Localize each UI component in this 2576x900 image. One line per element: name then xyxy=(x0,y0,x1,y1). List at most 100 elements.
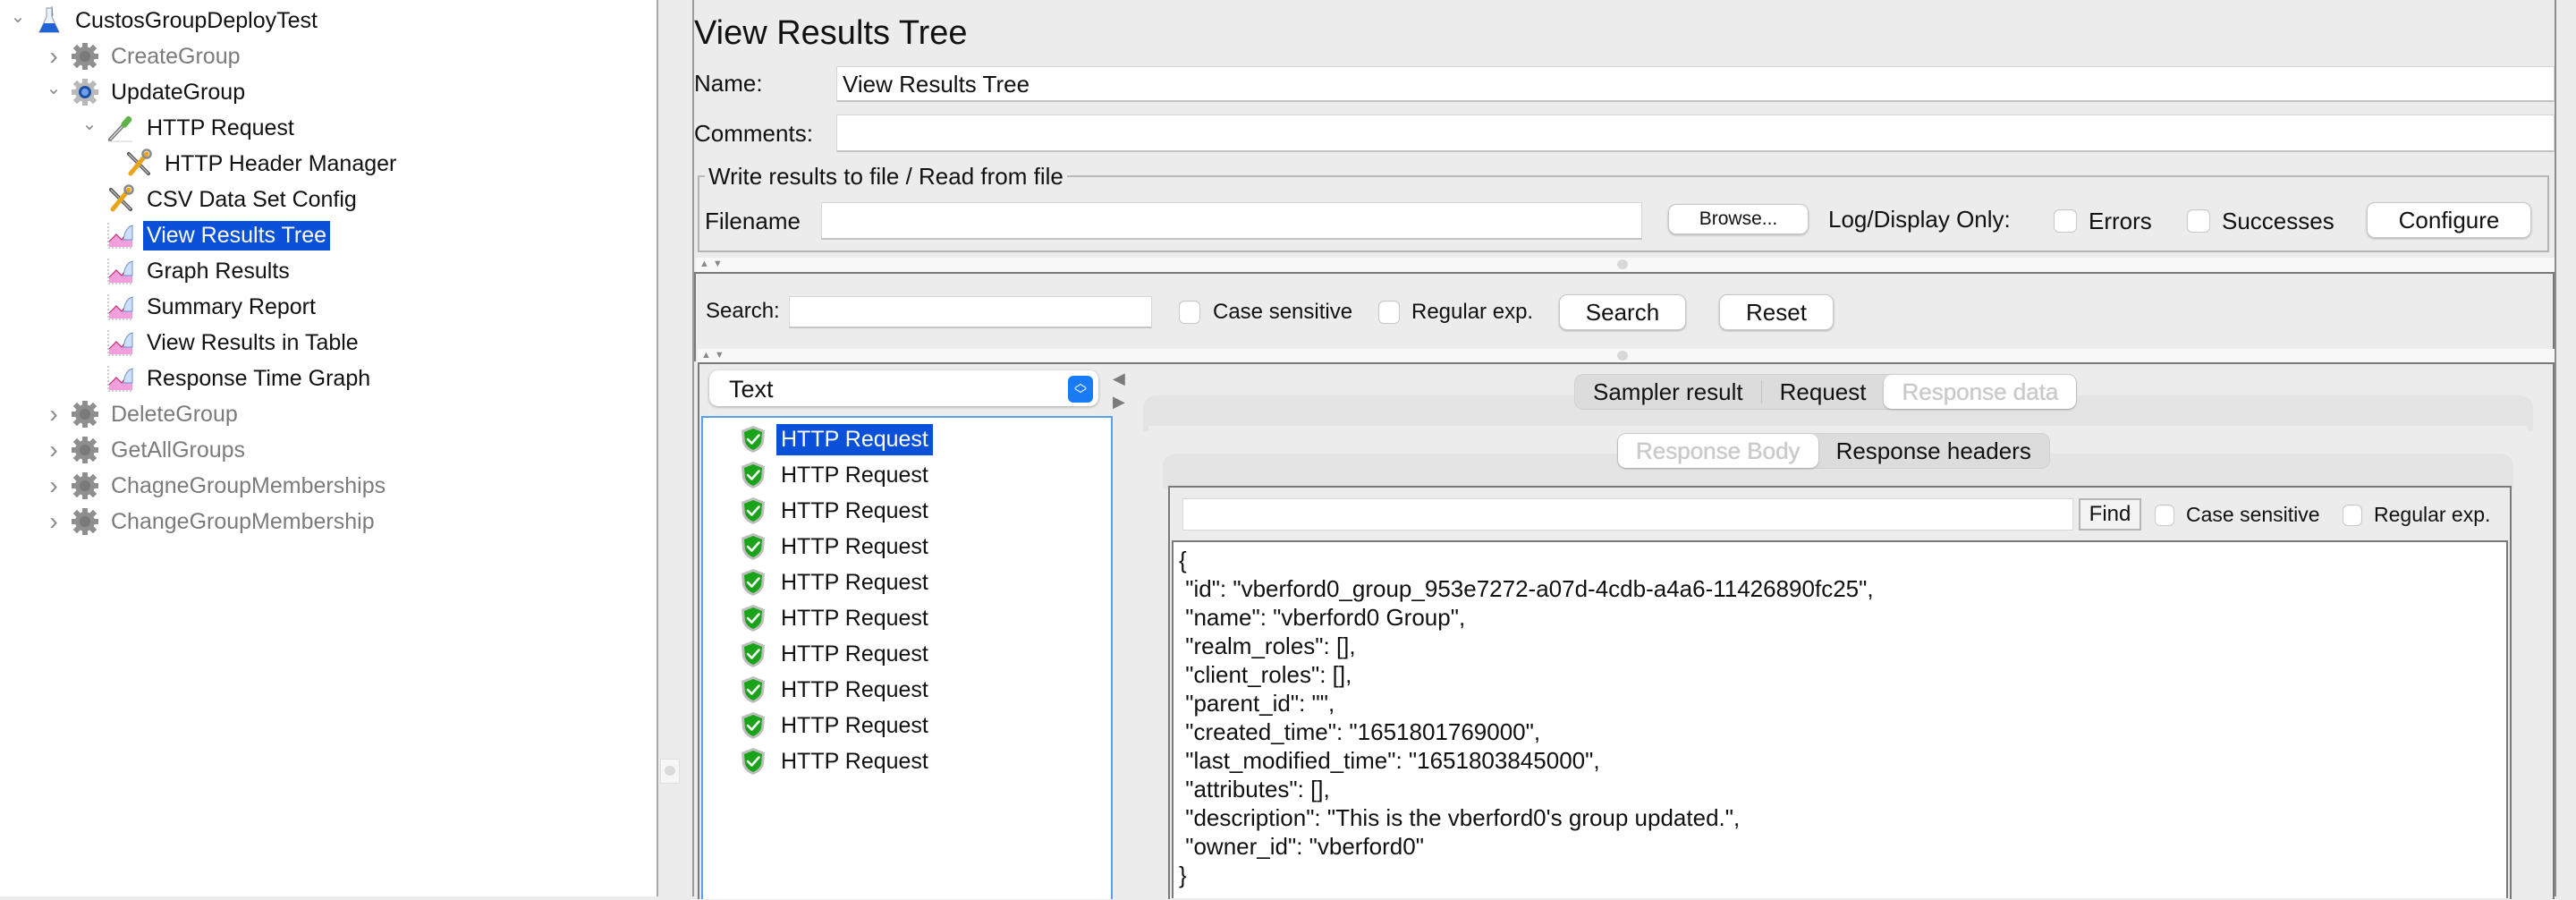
splitter-grip-icon[interactable] xyxy=(1617,351,1628,361)
tree-item[interactable]: › CreateGroup xyxy=(43,38,244,74)
tree-item[interactable]: Graph Results xyxy=(106,253,293,289)
log-display-only-label: Log/Display Only: xyxy=(1828,206,2011,233)
response-line: "owner_id": "vberford0" xyxy=(1179,833,1424,860)
listener-graph-icon xyxy=(106,363,136,394)
chevron-up-down-icon[interactable]: ︿ ﹀ xyxy=(1068,376,1093,403)
result-item[interactable]: HTTP Request xyxy=(739,636,933,672)
chevron-right-icon[interactable]: › xyxy=(43,436,64,464)
collapse-expand-arrows[interactable]: ◀ ▶ xyxy=(1113,367,1125,413)
config-wrench-icon xyxy=(106,184,136,215)
splitter-arrows-icon[interactable]: ▲▼ xyxy=(701,350,728,361)
filename-label: Filename xyxy=(705,208,801,234)
response-body-text[interactable]: { "id": "vberford0_group_953e7272-a07d-4… xyxy=(1172,540,2508,898)
response-line: "last_modified_time": "1651803845000", xyxy=(1179,747,1600,774)
search-button[interactable]: Search xyxy=(1559,294,1686,330)
split-pane-divider[interactable] xyxy=(658,0,694,896)
chevron-right-icon[interactable]: › xyxy=(43,507,64,536)
tree-item-label: ChangeGroupMembership xyxy=(111,508,375,534)
chevron-right-icon[interactable]: › xyxy=(43,42,64,71)
success-shield-icon xyxy=(739,603,767,633)
tree-item[interactable]: ⌄ UpdateGroup xyxy=(43,74,249,110)
result-item[interactable]: HTTP Request xyxy=(739,565,933,600)
arrow-left-icon[interactable]: ◀ xyxy=(1113,367,1125,390)
result-item-label: HTTP Request xyxy=(781,712,928,738)
tree-item[interactable]: ⌄ CustosGroupDeployTest xyxy=(7,3,321,38)
tree-item-label: CSV Data Set Config xyxy=(147,186,357,212)
chevron-right-icon[interactable]: › xyxy=(43,400,64,429)
http-sampler-pipette-icon xyxy=(106,113,136,143)
tree-item-label: DeleteGroup xyxy=(111,401,238,427)
tree-item[interactable]: View Results in Table xyxy=(106,325,362,361)
thread-group-gear-icon xyxy=(70,471,100,501)
result-item[interactable]: HTTP Request xyxy=(739,457,933,493)
divider-grip[interactable] xyxy=(660,759,680,784)
successes-checkbox[interactable] xyxy=(2187,209,2210,233)
success-shield-icon xyxy=(739,675,767,705)
success-shield-icon xyxy=(739,710,767,741)
tree-item-label: HTTP Request xyxy=(147,115,294,140)
tab-request[interactable]: Request xyxy=(1762,375,1885,409)
find-regex-checkbox[interactable] xyxy=(2343,505,2362,526)
comments-field[interactable] xyxy=(836,115,2555,152)
tree-item[interactable]: Summary Report xyxy=(106,289,319,325)
result-item[interactable]: HTTP Request xyxy=(739,708,933,743)
success-shield-icon xyxy=(739,531,767,562)
renderer-combobox[interactable]: Text ︿ ﹀ xyxy=(709,370,1098,406)
chevron-down-icon[interactable]: ⌄ xyxy=(7,5,29,28)
tree-item[interactable]: Response Time Graph xyxy=(106,361,374,396)
name-field[interactable]: View Results Tree xyxy=(836,66,2555,102)
find-case-sensitive-checkbox[interactable] xyxy=(2155,505,2174,526)
vertical-splitter-top[interactable]: ▲▼ xyxy=(696,258,2555,272)
search-case-sensitive-label: Case sensitive xyxy=(1213,300,1353,324)
response-line: "description": "This is the vberford0's … xyxy=(1179,804,1741,831)
result-item-label: HTTP Request xyxy=(781,605,928,631)
successes-label: Successes xyxy=(2222,208,2334,234)
results-list[interactable]: HTTP Request HTTP Request HTTP Request HTTP… xyxy=(701,416,1113,899)
find-input[interactable] xyxy=(1182,498,2073,531)
test-plan-tree[interactable]: ⌄ CustosGroupDeployTest › CreateGroup ⌄ Updat… xyxy=(0,0,658,896)
file-group-title: Write results to file / Read from file xyxy=(705,163,1067,191)
search-regex-checkbox[interactable] xyxy=(1378,301,1400,324)
errors-checkbox[interactable] xyxy=(2054,209,2077,233)
arrow-right-icon[interactable]: ▶ xyxy=(1113,390,1125,413)
subtab-response-body[interactable]: Response Body xyxy=(1618,434,1818,468)
chevron-down-icon[interactable]: ⌄ xyxy=(43,77,64,99)
tree-item[interactable]: › GetAllGroups xyxy=(43,432,249,468)
find-button[interactable]: Find xyxy=(2079,498,2141,531)
filename-field[interactable] xyxy=(821,202,1642,240)
result-item[interactable]: HTTP Request xyxy=(739,672,933,708)
tree-item[interactable]: View Results Tree xyxy=(106,217,331,253)
tab-response-data[interactable]: Response data xyxy=(1884,375,2077,409)
subtab-response-headers[interactable]: Response headers xyxy=(1818,434,2049,468)
configure-button[interactable]: Configure xyxy=(2367,202,2531,238)
result-item-label: HTTP Request xyxy=(781,748,928,774)
response-line: "name": "vberford0 Group", xyxy=(1179,604,1466,631)
chevron-down-icon[interactable]: ⌄ xyxy=(79,113,100,135)
response-line: "realm_roles": [], xyxy=(1179,633,1356,659)
tree-item[interactable]: › ChagneGroupMemberships xyxy=(43,468,389,504)
response-line: { xyxy=(1179,547,1187,573)
search-case-sensitive-checkbox[interactable] xyxy=(1179,301,1200,324)
tree-item[interactable]: › ChangeGroupMembership xyxy=(43,504,378,539)
tree-item[interactable]: ⌄ HTTP Request xyxy=(79,110,298,146)
browse-button[interactable]: Browse... xyxy=(1668,204,1809,234)
tree-item[interactable]: › DeleteGroup xyxy=(43,396,242,432)
success-shield-icon xyxy=(739,424,767,454)
reset-button[interactable]: Reset xyxy=(1719,294,1834,330)
tree-item[interactable]: CSV Data Set Config xyxy=(106,182,360,217)
thread-group-gear-icon xyxy=(70,399,100,429)
result-item[interactable]: HTTP Request xyxy=(739,493,933,529)
splitter-arrows-icon[interactable]: ▲▼ xyxy=(699,259,726,269)
renderer-combobox-value: Text xyxy=(729,376,774,403)
result-item[interactable]: HTTP Request xyxy=(739,529,933,565)
splitter-grip-icon[interactable] xyxy=(1617,259,1628,269)
tab-sampler-result[interactable]: Sampler result xyxy=(1575,375,1761,409)
result-item[interactable]: HTTP Request xyxy=(739,421,933,457)
listener-graph-icon xyxy=(106,220,136,250)
result-item[interactable]: HTTP Request xyxy=(739,600,933,636)
vertical-splitter-bottom[interactable]: ▲▼ xyxy=(698,349,2555,363)
result-item[interactable]: HTTP Request xyxy=(739,743,933,779)
search-input[interactable] xyxy=(789,296,1152,328)
chevron-right-icon[interactable]: › xyxy=(43,471,64,500)
tree-item[interactable]: HTTP Header Manager xyxy=(123,146,400,182)
